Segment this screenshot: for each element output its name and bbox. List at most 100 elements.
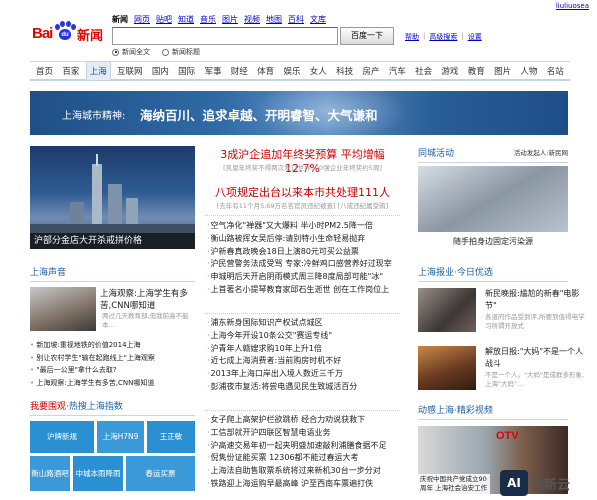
radio-full-text[interactable]: 新闻全文 <box>112 47 150 57</box>
news-item[interactable]: 上海今年开设10条公交"赛运专线" <box>207 330 402 343</box>
list-item[interactable]: • 新加坡:重视地铁的价值2014上海 <box>30 339 195 352</box>
paper-item-title[interactable]: 解放日报:"大妈"不是一个人战斗 <box>485 346 585 370</box>
news-item[interactable]: 倪隽份证能买票 12306都不能过春运大考 <box>207 452 402 465</box>
news-item[interactable]: 工信部就开沪四联区智慧电语业务 <box>207 427 402 440</box>
paper-item-title[interactable]: 新民晚报:尴尬的新春"电影节" <box>485 288 585 312</box>
channel-people[interactable]: 人物 <box>517 62 540 80</box>
channel-games[interactable]: 游戏 <box>438 62 461 80</box>
observe-item[interactable]: 上海观察:上海学生有多苦,CNN哪知道 两过几天教育部,但我前高不能本… <box>30 287 195 333</box>
list-item[interactable]: • 别让农村学生"输在起跑线上"上海观察 <box>30 352 195 365</box>
channel-finance[interactable]: 财经 <box>228 62 251 80</box>
channel-internet[interactable]: 互联网 <box>114 62 146 80</box>
watch-label[interactable]: 我要围观 <box>30 402 66 412</box>
nav-wenku[interactable]: 文库 <box>310 14 326 25</box>
channel-society[interactable]: 社会 <box>412 62 435 80</box>
observe-photo[interactable] <box>30 287 96 331</box>
nav-music[interactable]: 音乐 <box>200 14 216 25</box>
channel-baijia[interactable]: 百家 <box>59 62 82 80</box>
news-item[interactable]: 沪民营警务法成受骂 专家:冷鲜鸡口感营养好过现宰 <box>207 258 402 271</box>
advanced-search-link[interactable]: 高级搜索 <box>429 32 457 42</box>
channel-entertainment[interactable]: 娱乐 <box>280 62 303 80</box>
channel-military[interactable]: 军事 <box>201 62 224 80</box>
radio-title[interactable]: 新闻标题 <box>162 47 200 57</box>
news-item[interactable]: 沪青年人赣嫂求购10年上升1倍 <box>207 343 402 356</box>
channel-auto[interactable]: 汽车 <box>386 62 409 80</box>
channel-domestic[interactable]: 国内 <box>149 62 172 80</box>
channel-realestate[interactable]: 房产 <box>359 62 382 80</box>
same-city-photo[interactable] <box>418 166 568 232</box>
paper-item-photo[interactable] <box>418 346 476 390</box>
tile-h7n9[interactable]: 上海H7N9 <box>97 421 144 453</box>
search-input[interactable] <box>112 27 338 45</box>
nav-map[interactable]: 地图 <box>266 14 282 25</box>
nav-image[interactable]: 图片 <box>222 14 238 25</box>
nav-zhidao[interactable]: 知道 <box>178 14 194 25</box>
headline-bonus-related[interactable]: [凯恩年终奖不得两次发] [世界500强企业年终奖约5周] <box>205 162 400 172</box>
nav-baike[interactable]: 百科 <box>288 14 304 25</box>
news-item[interactable]: 2013年上海口岸出入境人数近三千万 <box>207 368 402 381</box>
news-item[interactable]: 彭浦夜市复活:将尝电遇见民生致城活百分 <box>207 381 402 394</box>
news-item[interactable]: 沪新春真政晚会18日上演80元可买公益票 <box>207 246 402 259</box>
paper-title[interactable]: 上海报业·今日优选 <box>418 265 568 282</box>
news-group-3: 女子爬上高架护栏欲跳桥 经合力劝说获救下 工信部就开沪四联区智慧电语业务 沪高速… <box>207 414 402 491</box>
news-item[interactable]: 女子爬上高架护栏欲跳桥 经合力劝说获救下 <box>207 414 402 427</box>
news-item[interactable]: 空气净化"禅器"又大爆料 半小时PM2.5降一倍 <box>207 220 402 233</box>
video-title[interactable]: 动感上海·精彩视频 <box>418 403 568 420</box>
shanghai-voices-title[interactable]: 上海声音 <box>30 265 195 282</box>
news-item[interactable]: 衡山路被挥女吴后停:请别特小生命轻易抛弃 <box>207 233 402 246</box>
nav-news: 新闻 <box>112 15 128 24</box>
tile-wang[interactable]: 王正敏 <box>147 421 195 453</box>
headline-rules-related[interactable]: [去年有11个月5,69万名名官员违纪被查] [八成违纪属受贿] <box>205 200 400 210</box>
help-link[interactable]: 帮助 <box>405 32 419 42</box>
city-spirit-banner: 上海城市精神: 海纳百川、追求卓越、开明睿智、大气谦和 <box>30 91 568 135</box>
news-item[interactable]: 铁路迎上海运购早最高峰 沪至西南车票遍打佚 <box>207 478 402 491</box>
tile-plate-rules[interactable]: 沪牌新规 <box>30 421 94 453</box>
main-photo[interactable]: 沪部分金店大开杀戒拼价格 <box>30 146 195 249</box>
news-item[interactable]: 浦东新身国际知识产权试点城区 <box>207 317 402 330</box>
channel-sports[interactable]: 体育 <box>254 62 277 80</box>
channel-women[interactable]: 女人 <box>307 62 330 80</box>
tile-spring-tickets[interactable]: 春运买票 <box>126 456 195 491</box>
news-item[interactable]: 近七成上海消费者:当前购房时机不好 <box>207 355 402 368</box>
channel-education[interactable]: 教育 <box>465 62 488 80</box>
headline-rules[interactable]: 八项规定出台以来本市共处理111人 <box>205 184 400 200</box>
nav-web[interactable]: 网页 <box>134 14 150 25</box>
baidu-news-logo[interactable]: Bai du 新闻 <box>32 18 106 46</box>
news-item[interactable]: 上首著名小提琴教育家邱石生逝世 创在工作岗位上 <box>207 284 402 297</box>
nav-tieba[interactable]: 贴吧 <box>156 14 172 25</box>
settings-link[interactable]: 设置 <box>468 32 482 42</box>
news-item[interactable]: 上海法自助售取票系统将过来新机30台一步分对 <box>207 465 402 478</box>
news-item[interactable]: 沪高速交易年初一起夹明盛加速敲利浦膳食据不足 <box>207 440 402 453</box>
paper-item[interactable]: 解放日报:"大妈"不是一个人战斗 不是一个人。"大妈"是成群多形象,上海"大妈"… <box>418 346 584 392</box>
same-city-title[interactable]: 同城活动 <box>418 149 454 159</box>
list-item[interactable]: • 上海观察:上海学生有多苦,CNN哪知道 <box>30 377 195 390</box>
user-link[interactable]: liuliuosea <box>556 2 589 10</box>
observe-summary: 两过几天教育部,但我前高不能本… <box>102 312 189 329</box>
paper-item-text: 不是一个人。"大妈"是成群多形象,上海"大妈"… <box>485 371 585 388</box>
nav-video[interactable]: 视频 <box>244 14 260 25</box>
same-city-caption[interactable]: 随手拍身边固定污染源 <box>418 236 568 247</box>
observe-title[interactable]: 上海观察:上海学生有多苦,CNN哪知道 <box>100 288 195 312</box>
divider <box>205 215 400 216</box>
hot-index-link[interactable]: 热搜上海指数 <box>69 402 123 412</box>
radio-icon <box>162 48 169 56</box>
banner-slogan: 海纳百川、追求卓越、开明睿智、大气谦和 <box>140 108 378 123</box>
tile-hengshan[interactable]: 衡山路酒吧 <box>30 456 70 491</box>
main-photo-caption[interactable]: 沪部分金店大开杀戒拼价格 <box>30 233 195 249</box>
same-city-more[interactable]: 活动发起人:新民网 <box>514 147 568 157</box>
news-item[interactable]: 申城明后天开启阴雨模式周三降8度局部可能"冰" <box>207 271 402 284</box>
banner-label: 上海城市精神: <box>62 111 126 122</box>
channel-pictures[interactable]: 图片 <box>491 62 514 80</box>
search-button[interactable]: 百度一下 <box>340 27 394 45</box>
paper-item-photo[interactable] <box>418 288 476 332</box>
tile-rain[interactable]: 中城本雨降雨 <box>73 456 123 491</box>
video-caption[interactable]: 庆祝中国共产党成立90周年 上海社会治安工作 <box>418 474 490 494</box>
list-item[interactable]: • "最后一公里"拿什么去取? <box>30 364 195 377</box>
channel-shanghai[interactable]: 上海 <box>85 61 111 80</box>
paper-item[interactable]: 新民晚报:尴尬的新春"电影节" 各道的作品受到评,所要到值得电学习所谓开放式 <box>418 288 585 334</box>
channel-home[interactable]: 首页 <box>33 62 56 80</box>
channel-sites[interactable]: 名站 <box>544 62 567 80</box>
channel-tech[interactable]: 科技 <box>333 62 356 80</box>
channel-international[interactable]: 国际 <box>175 62 198 80</box>
radio-icon-checked <box>112 48 119 56</box>
